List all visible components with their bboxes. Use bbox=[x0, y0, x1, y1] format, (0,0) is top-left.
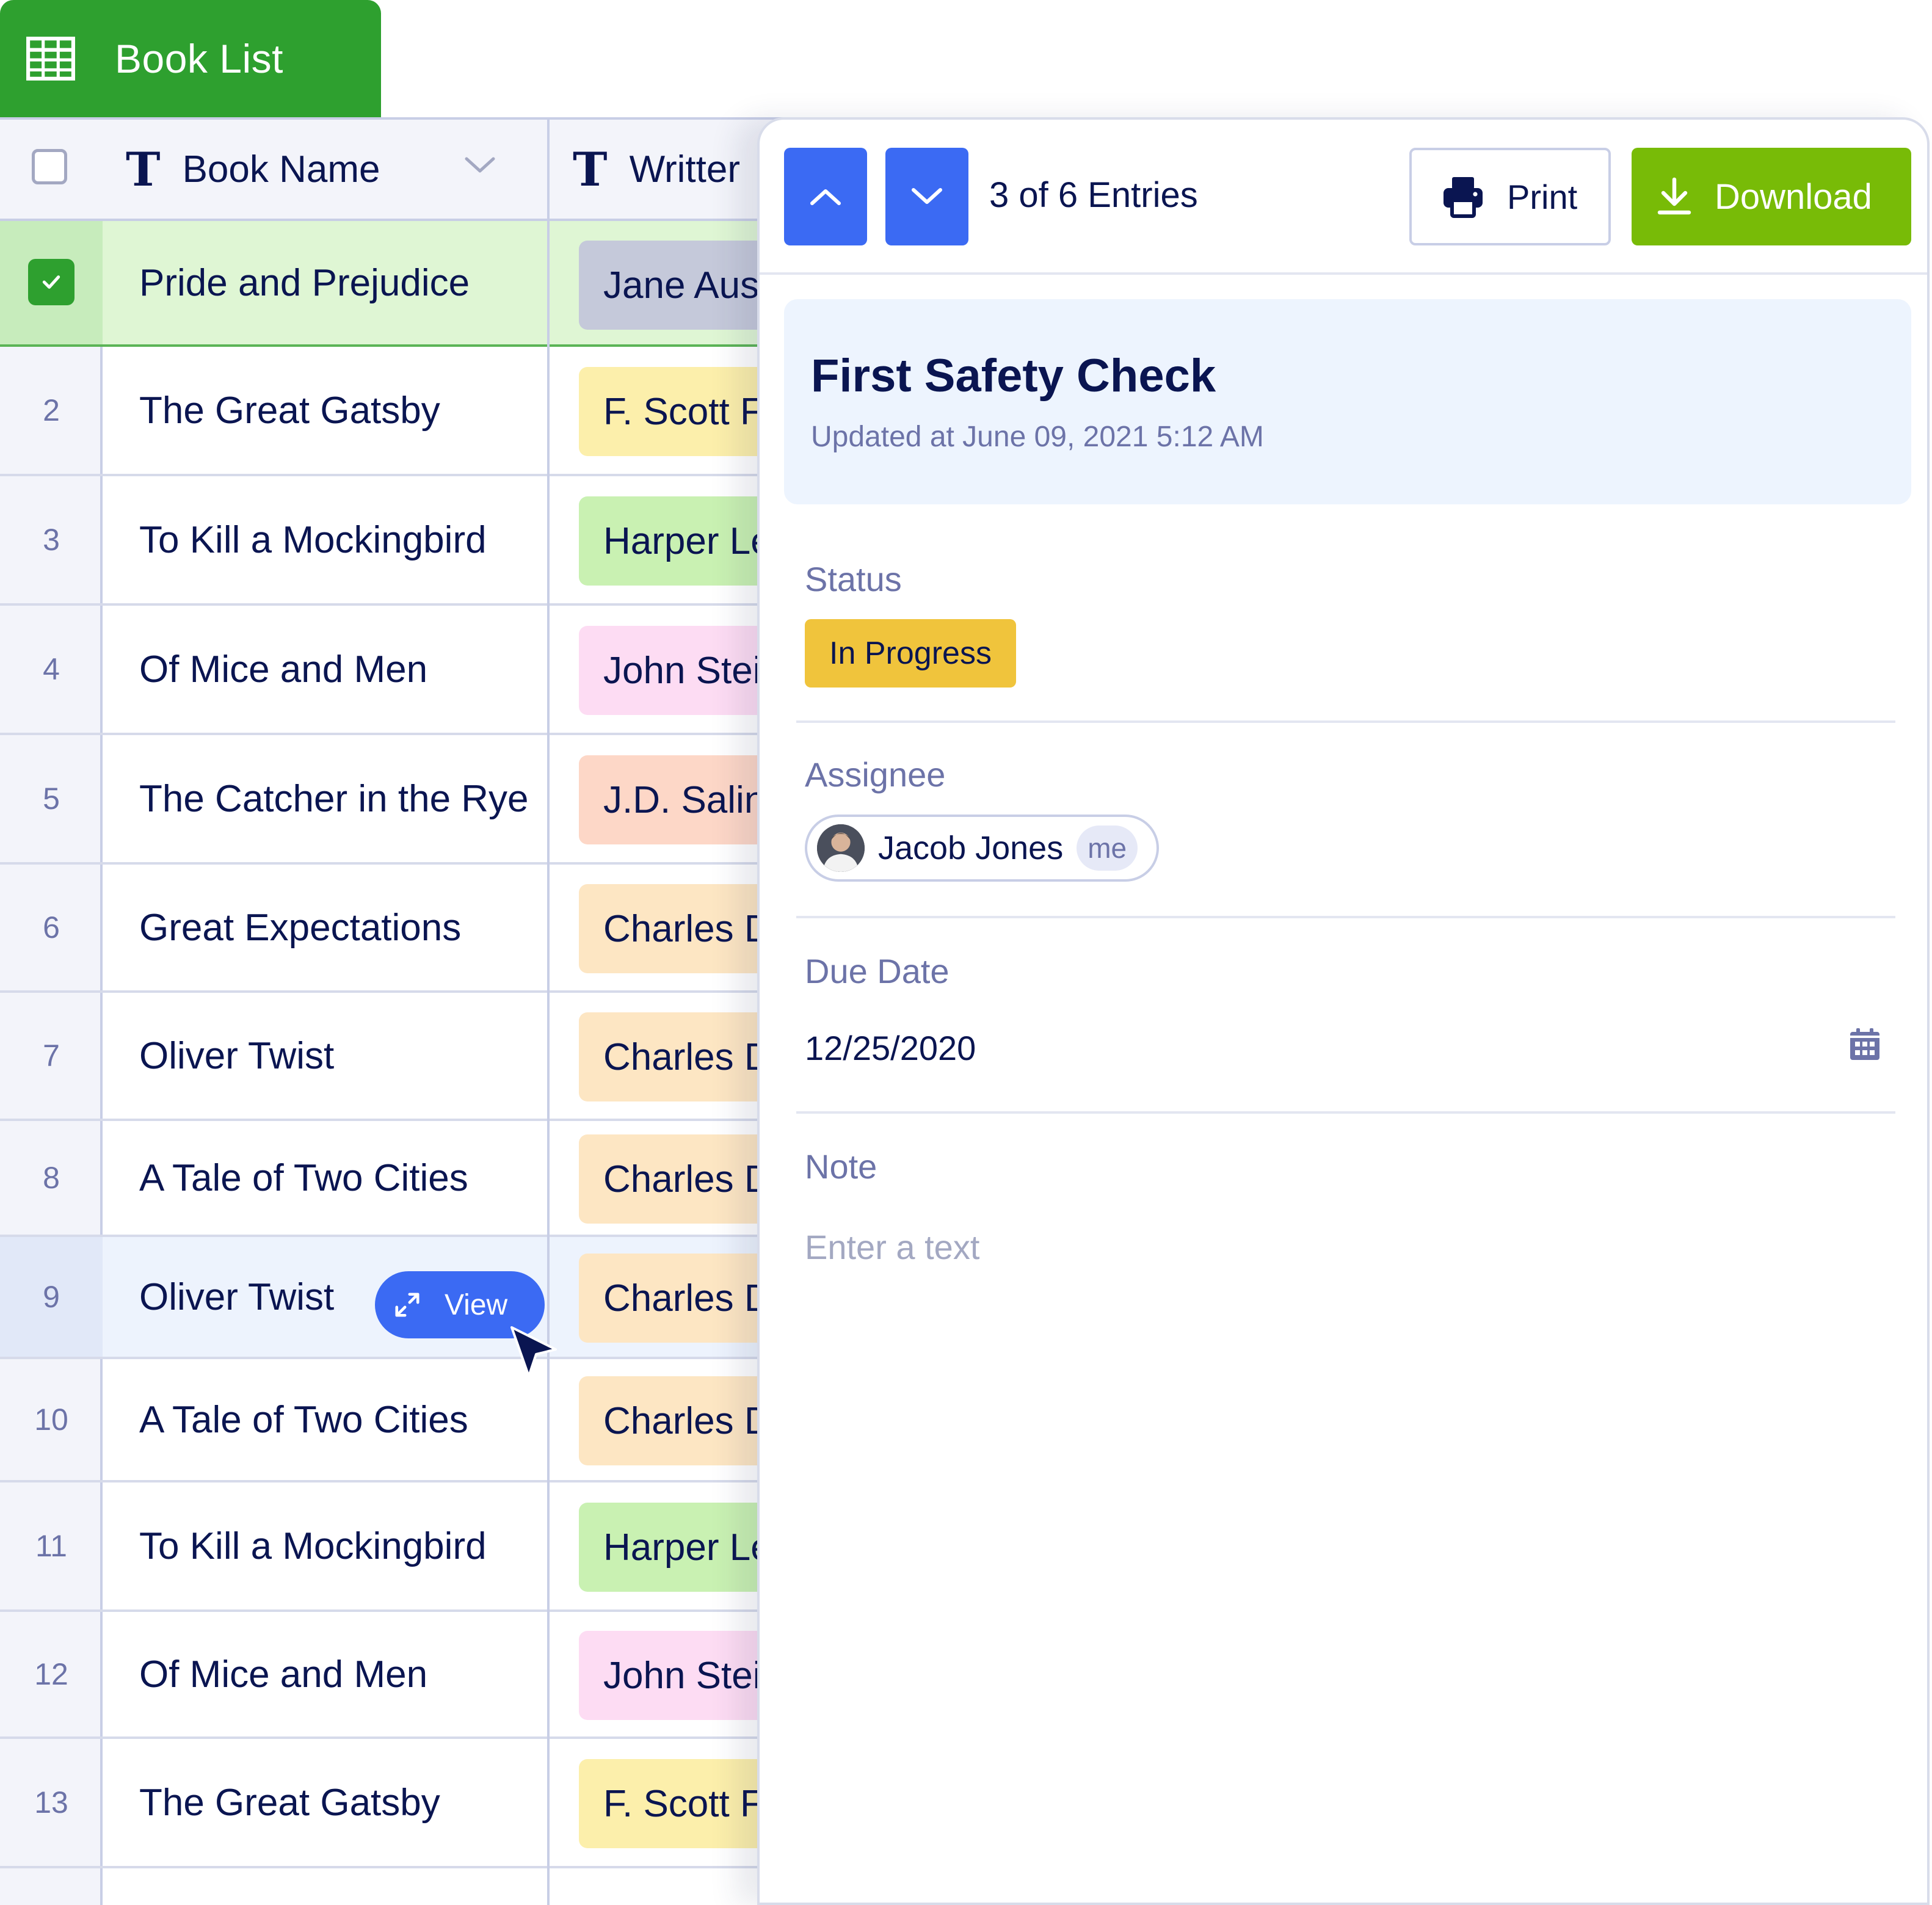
record-detail-panel: 3 of 6 Entries Print Download First Safe… bbox=[757, 117, 1930, 1905]
me-badge: me bbox=[1077, 826, 1138, 871]
avatar bbox=[817, 824, 865, 872]
text-type-icon: T bbox=[126, 142, 161, 197]
due-date-value[interactable]: 12/25/2020 bbox=[805, 1028, 976, 1068]
row-number: 13 bbox=[34, 1785, 68, 1820]
entry-counter: 3 of 6 Entries bbox=[989, 175, 1198, 215]
column-label: Writter bbox=[629, 148, 740, 191]
table-row[interactable]: 11 To Kill a Mockingbird Harper Lee bbox=[0, 1482, 835, 1612]
chevron-down-icon bbox=[912, 188, 942, 204]
column-divider bbox=[547, 120, 550, 1905]
book-list-tab[interactable]: Book List bbox=[0, 0, 381, 117]
select-all-checkbox[interactable] bbox=[32, 149, 67, 184]
book-name-cell: Of Mice and Men bbox=[139, 1653, 428, 1696]
table-row[interactable]: 8A Tale of Two CitiesCharles Dickens bbox=[0, 1121, 835, 1237]
note-input[interactable]: Enter a text bbox=[805, 1227, 979, 1267]
download-icon bbox=[1657, 177, 1691, 215]
text-type-icon: T bbox=[573, 142, 608, 197]
book-name-cell: Oliver Twist bbox=[139, 1275, 335, 1318]
row-number: 9 bbox=[0, 1237, 103, 1357]
note-label: Note bbox=[805, 1147, 877, 1186]
view-button-label: View bbox=[445, 1288, 508, 1321]
table-row[interactable]: 3 To Kill a Mockingbird Harper Lee bbox=[0, 476, 835, 606]
row-number: 6 bbox=[43, 910, 60, 945]
row-checkbox[interactable] bbox=[28, 259, 74, 305]
printer-icon bbox=[1444, 177, 1483, 218]
assignee-chip[interactable]: Jacob Jones me bbox=[805, 815, 1159, 882]
row-number: 2 bbox=[43, 393, 60, 427]
table-header: T Book Name T Writter bbox=[0, 120, 794, 221]
expand-icon bbox=[395, 1293, 419, 1317]
book-name-cell: A Tale of Two Cities bbox=[139, 1156, 468, 1199]
table-row[interactable]: 6Great ExpectationsCharles Dickens bbox=[0, 865, 835, 993]
row-number: 5 bbox=[43, 782, 60, 816]
table-row[interactable]: Pride and Prejudice Jane Austen bbox=[0, 219, 835, 347]
calendar-icon[interactable] bbox=[1849, 1027, 1881, 1061]
book-name-cell: The Great Gatsby bbox=[139, 389, 440, 432]
row-number: 4 bbox=[43, 652, 60, 686]
book-name-cell: To Kill a Mockingbird bbox=[139, 1525, 487, 1567]
record-updated-timestamp: Updated at June 09, 2021 5:12 AM bbox=[811, 421, 1264, 453]
book-name-cell: To Kill a Mockingbird bbox=[139, 518, 487, 561]
row-number: 7 bbox=[43, 1039, 60, 1073]
tab-title: Book List bbox=[115, 36, 283, 81]
record-header-card: First Safety Check Updated at June 09, 2… bbox=[784, 299, 1911, 504]
due-date-label: Due Date bbox=[805, 952, 950, 990]
row-number: 3 bbox=[43, 523, 60, 557]
row-number: 12 bbox=[34, 1657, 68, 1691]
book-name-cell: Of Mice and Men bbox=[139, 648, 428, 691]
next-entry-button[interactable] bbox=[885, 148, 968, 245]
book-table: Pride and Prejudice Jane Austen 2 The Great… bbox=[0, 117, 835, 1905]
table-row[interactable]: 7Oliver TwistCharles Dickens bbox=[0, 993, 835, 1121]
table-row[interactable]: 13The Great GatsbyF. Scott Fitzgerald bbox=[0, 1739, 835, 1868]
column-label: Book Name bbox=[182, 148, 380, 191]
user-avatar-icon bbox=[817, 824, 865, 872]
assignee-name: Jacob Jones bbox=[878, 830, 1064, 866]
table-grid-icon bbox=[26, 37, 75, 81]
book-name-cell: A Tale of Two Cities bbox=[139, 1398, 468, 1441]
row-number: 11 bbox=[35, 1529, 67, 1563]
table-row[interactable]: 12Of Mice and MenJohn Steinbeck bbox=[0, 1612, 835, 1739]
table-row[interactable]: 4Of Mice and MenJohn Steinbeck bbox=[0, 606, 835, 735]
row-number: 8 bbox=[43, 1161, 60, 1195]
status-label: Status bbox=[805, 560, 902, 598]
table-row[interactable]: 5 The Catcher in the Rye J.D. Salinger bbox=[0, 735, 835, 865]
record-title: First Safety Check bbox=[811, 350, 1216, 402]
toolbar-divider bbox=[760, 272, 1927, 275]
table-row[interactable]: 10A Tale of Two CitiesCharles Dickens bbox=[0, 1359, 835, 1482]
print-label: Print bbox=[1507, 177, 1578, 216]
book-name-cell: Great Expectations bbox=[139, 906, 462, 949]
row-number bbox=[0, 221, 103, 344]
checkmark-icon bbox=[42, 275, 60, 289]
chevron-down-icon[interactable] bbox=[464, 156, 496, 174]
row-number: 10 bbox=[34, 1402, 68, 1437]
field-divider bbox=[796, 1111, 1895, 1114]
column-header-writer[interactable]: T Writter bbox=[573, 120, 740, 219]
mouse-cursor-icon bbox=[510, 1326, 557, 1377]
book-name-cell: The Catcher in the Rye bbox=[139, 777, 529, 820]
status-badge[interactable]: In Progress bbox=[805, 619, 1016, 688]
download-label: Download bbox=[1715, 176, 1872, 217]
book-name-cell: Oliver Twist bbox=[139, 1034, 335, 1077]
column-header-book-name[interactable]: T Book Name bbox=[126, 120, 380, 219]
book-name-cell: The Great Gatsby bbox=[139, 1781, 440, 1824]
chevron-up-icon bbox=[810, 189, 841, 205]
book-name-cell: Pride and Prejudice bbox=[139, 261, 470, 304]
assignee-label: Assignee bbox=[805, 755, 946, 794]
previous-entry-button[interactable] bbox=[784, 148, 867, 245]
table-row[interactable]: 2The Great GatsbyF. Scott Fitzgerald bbox=[0, 347, 835, 476]
download-button[interactable]: Download bbox=[1632, 148, 1911, 245]
field-divider bbox=[796, 916, 1895, 918]
print-button[interactable]: Print bbox=[1409, 148, 1611, 245]
field-divider bbox=[796, 720, 1895, 723]
